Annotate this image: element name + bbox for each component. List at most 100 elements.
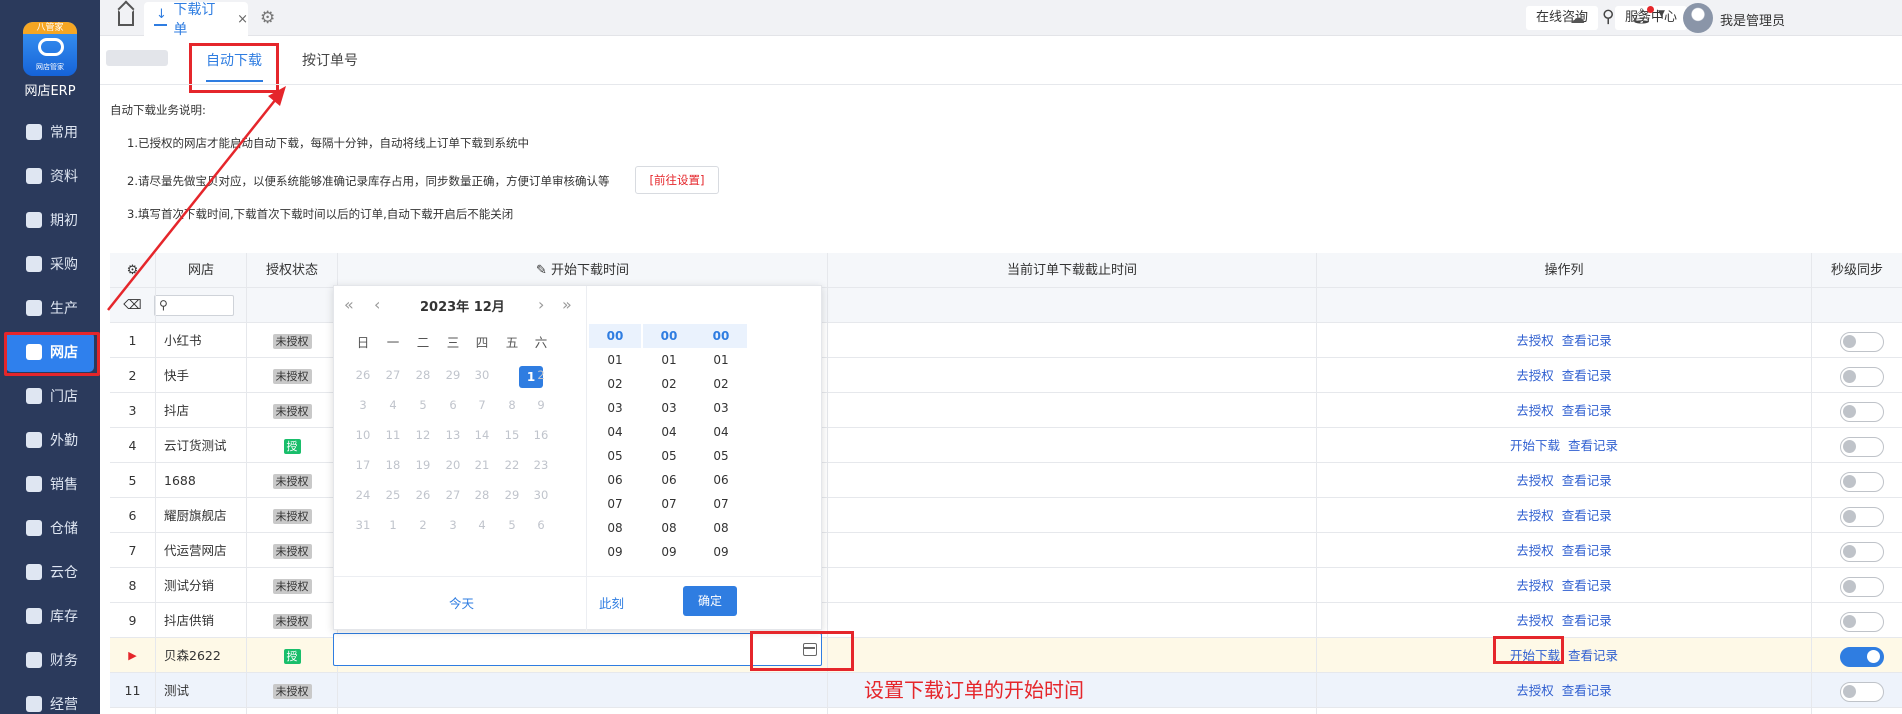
calendar-day[interactable]: 7 — [467, 398, 497, 412]
view-records-link[interactable]: 查看记录 — [1562, 403, 1612, 418]
view-records-link[interactable]: 查看记录 — [1562, 473, 1612, 488]
calendar-day[interactable]: 26 — [408, 488, 438, 502]
time-option[interactable]: 09 — [589, 540, 641, 564]
sidebar-item-10[interactable]: 云仓 — [6, 552, 94, 592]
calendar-day[interactable]: 29 — [438, 368, 468, 382]
row-action-link[interactable]: 去授权 — [1516, 508, 1554, 523]
calendar-day[interactable]: 28 — [408, 368, 438, 382]
time-option[interactable]: 09 — [695, 540, 747, 564]
calendar-day[interactable]: 4 — [378, 398, 408, 412]
calendar-day[interactable]: 29 — [497, 488, 527, 502]
cloud-download-icon[interactable]: ☁ — [1570, 9, 1585, 27]
tab-download-orders[interactable]: 下载订单 × — [144, 2, 248, 38]
calendar-day[interactable]: 3 — [348, 398, 378, 412]
calendar-day[interactable]: 3 — [438, 518, 468, 532]
time-option[interactable]: 02 — [695, 372, 747, 396]
sync-toggle[interactable] — [1840, 437, 1884, 457]
time-option[interactable]: 05 — [643, 444, 695, 468]
time-option[interactable]: 08 — [589, 516, 641, 540]
prev-month-icon[interactable]: ‹ — [374, 295, 380, 314]
calendar-day[interactable]: 31 — [348, 518, 378, 532]
chevron-down-icon[interactable]: ▼ — [1658, 9, 1665, 19]
calendar-day[interactable]: 27 — [438, 488, 468, 502]
time-option[interactable]: 07 — [643, 492, 695, 516]
now-button[interactable]: 此刻 — [599, 593, 624, 612]
sync-toggle[interactable] — [1840, 507, 1884, 527]
sync-toggle[interactable] — [1840, 367, 1884, 387]
row-action-link[interactable]: 去授权 — [1516, 333, 1554, 348]
row-action-link[interactable]: 去授权 — [1516, 613, 1554, 628]
sync-toggle[interactable] — [1840, 542, 1884, 562]
avatar[interactable] — [1683, 3, 1713, 33]
view-records-link[interactable]: 查看记录 — [1562, 613, 1612, 628]
close-tab-icon[interactable]: × — [237, 12, 248, 27]
subtab-by-order-number[interactable]: 按订单号 — [302, 50, 358, 70]
calendar-day[interactable]: 17 — [348, 458, 378, 472]
calendar-day[interactable]: 18 — [378, 458, 408, 472]
time-option[interactable]: 04 — [695, 420, 747, 444]
view-records-link[interactable]: 查看记录 — [1562, 543, 1612, 558]
time-option[interactable]: 04 — [589, 420, 641, 444]
calendar-day[interactable]: 9 — [526, 398, 556, 412]
calendar-day[interactable]: 27 — [378, 368, 408, 382]
next-month-icon[interactable]: › — [538, 295, 544, 314]
calendar-day[interactable]: 20 — [438, 458, 468, 472]
time-option[interactable]: 03 — [643, 396, 695, 420]
sidebar-item-11[interactable]: 库存 — [6, 596, 94, 636]
calendar-day[interactable]: 23 — [526, 458, 556, 472]
calendar-day[interactable]: 6 — [526, 518, 556, 532]
sidebar-item-0[interactable]: 常用 — [6, 112, 94, 152]
calendar-day[interactable]: 8 — [497, 398, 527, 412]
user-name[interactable]: 我是管理员 — [1720, 10, 1785, 29]
time-option[interactable]: 05 — [695, 444, 747, 468]
row-action-link[interactable]: 去授权 — [1516, 578, 1554, 593]
sync-toggle[interactable] — [1840, 682, 1884, 702]
row-action-link[interactable]: 去授权 — [1516, 403, 1554, 418]
today-button[interactable]: 今天 — [449, 593, 474, 612]
sync-toggle[interactable] — [1840, 647, 1884, 667]
sidebar-item-13[interactable]: 经营 — [6, 684, 94, 714]
picker-title[interactable]: 2023年 12月 — [420, 296, 505, 315]
sidebar-item-9[interactable]: 仓储 — [6, 508, 94, 548]
calendar-day[interactable]: 22 — [497, 458, 527, 472]
time-option[interactable]: 02 — [589, 372, 641, 396]
sync-toggle[interactable] — [1840, 472, 1884, 492]
calendar-day[interactable]: 30 — [467, 368, 497, 382]
row-action-link[interactable]: 去授权 — [1516, 683, 1554, 698]
calendar-day[interactable]: 15 — [497, 428, 527, 442]
time-option[interactable]: 05 — [589, 444, 641, 468]
calendar-day[interactable]: 12 — [408, 428, 438, 442]
calendar-day[interactable]: 11 — [378, 428, 408, 442]
sidebar-item-7[interactable]: 外勤 — [6, 420, 94, 460]
time-option[interactable]: 03 — [589, 396, 641, 420]
sidebar-item-1[interactable]: 资料 — [6, 156, 94, 196]
time-option[interactable]: 04 — [643, 420, 695, 444]
confirm-button[interactable]: 确定 — [683, 586, 737, 616]
sync-toggle[interactable] — [1840, 577, 1884, 597]
view-records-link[interactable]: 查看记录 — [1568, 438, 1618, 453]
row-action-link[interactable]: 去授权 — [1516, 473, 1554, 488]
time-option[interactable]: 01 — [589, 348, 641, 372]
row-action-link[interactable]: 开始下载 — [1510, 438, 1560, 453]
sidebar-item-12[interactable]: 财务 — [6, 640, 94, 680]
sidebar-item-4[interactable]: 生产 — [6, 288, 94, 328]
calendar-day[interactable]: 10 — [348, 428, 378, 442]
time-option[interactable]: 08 — [643, 516, 695, 540]
online-consult-button[interactable]: 在线咨询 — [1526, 6, 1599, 30]
sync-toggle[interactable] — [1840, 612, 1884, 632]
sync-toggle[interactable] — [1840, 402, 1884, 422]
prev-year-icon[interactable]: « — [344, 295, 354, 314]
time-option[interactable]: 06 — [695, 468, 747, 492]
sidebar-item-3[interactable]: 采购 — [6, 244, 94, 284]
second-column[interactable]: 00 01 02 03 04 05 06 07 08 09 — [695, 324, 747, 564]
go-settings-button[interactable]: [前往设置] — [635, 166, 719, 194]
calendar-day[interactable]: 5 — [408, 398, 438, 412]
row-action-link[interactable]: 去授权 — [1516, 368, 1554, 383]
time-option[interactable]: 09 — [643, 540, 695, 564]
view-records-link[interactable]: 查看记录 — [1562, 368, 1612, 383]
calendar-day[interactable]: 30 — [526, 488, 556, 502]
calendar-day[interactable]: 24 — [348, 488, 378, 502]
view-records-link[interactable]: 查看记录 — [1562, 578, 1612, 593]
minute-column[interactable]: 00 01 02 03 04 05 06 07 08 09 — [643, 324, 695, 564]
calendar-day[interactable]: 13 — [438, 428, 468, 442]
